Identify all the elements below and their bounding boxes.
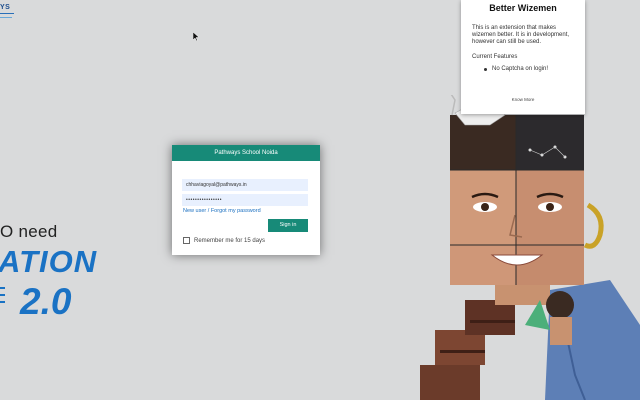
logo-text: YS	[0, 4, 11, 11]
popup-feature-item: No Captcha on login!	[484, 66, 585, 72]
hero-tagline: O need	[0, 222, 58, 241]
remember-me-row[interactable]: Remember me for 15 days	[183, 237, 265, 244]
username-field[interactable]	[182, 179, 308, 191]
popup-title: Better Wizemen	[489, 3, 557, 13]
hero-brand-version: 2.0	[20, 281, 72, 322]
bullet-icon	[484, 67, 487, 71]
logo-bar	[0, 13, 14, 14]
hero-brand-marks	[0, 287, 8, 308]
sign-in-button[interactable]: Sign in	[268, 219, 308, 232]
logo-subbar	[0, 17, 12, 18]
boy-collage-illustration	[420, 95, 640, 400]
remember-me-label: Remember me for 15 days	[194, 237, 266, 244]
extension-popup: Better Wizemen This is an extension that…	[461, 0, 585, 114]
password-field[interactable]	[182, 194, 308, 206]
forgot-password-link[interactable]: New user / Forgot my password	[183, 208, 261, 214]
popup-description: This is an extension that makes wizemen …	[472, 25, 570, 45]
login-header: Pathways School Noida	[172, 145, 320, 161]
popup-feature-label: No Captcha on login!	[492, 66, 549, 72]
school-logo: YS	[0, 4, 16, 18]
popup-features-heading: Current Features	[472, 54, 518, 60]
login-card: Pathways School Noida New user / Forgot …	[172, 145, 320, 255]
popup-know-more-link[interactable]: Know More	[461, 97, 585, 102]
remember-me-checkbox[interactable]	[183, 237, 190, 244]
hero-brand-word: ATION	[0, 244, 98, 279]
mouse-cursor-icon	[193, 32, 199, 41]
